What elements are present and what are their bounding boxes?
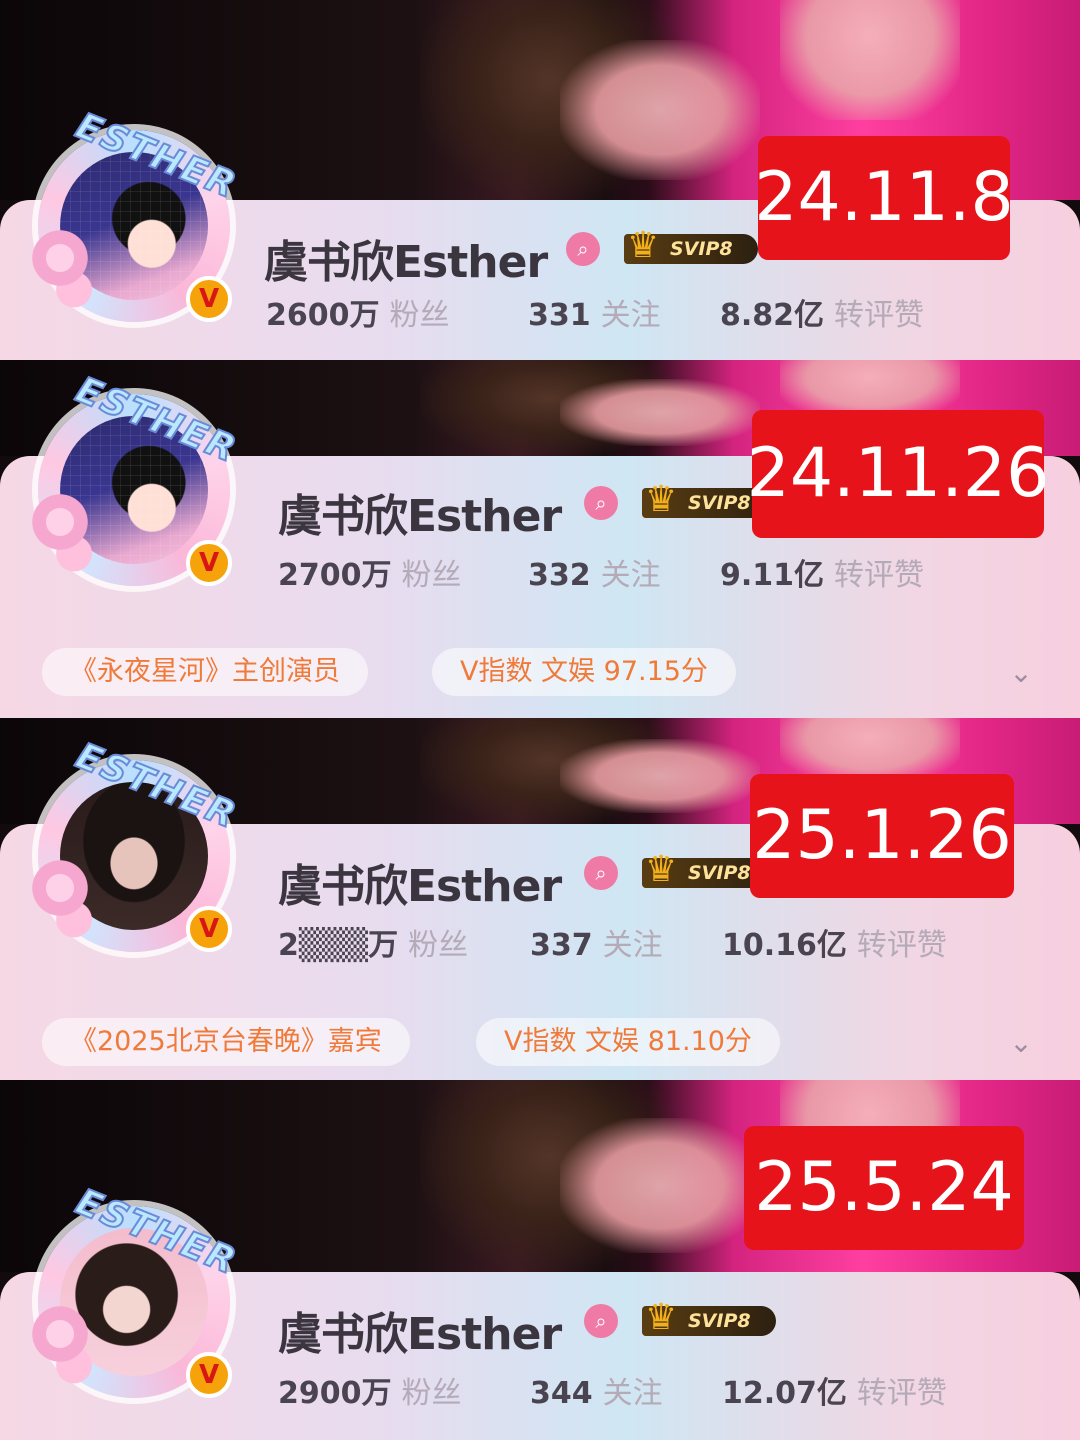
interactions-stat[interactable]: 9.11亿 转评赞: [720, 550, 924, 594]
profile-name: 虞书欣Esther: [264, 237, 548, 288]
search-icon[interactable]: ⌕: [584, 486, 618, 520]
search-icon[interactable]: ⌕: [584, 856, 618, 890]
crown-icon: ♛: [644, 849, 678, 890]
followers-stat[interactable]: 2600万 粉丝: [266, 290, 450, 334]
tag-pill[interactable]: 《2025北京台春晚》嘉宾: [42, 1018, 410, 1066]
tag-pill[interactable]: 《永夜星河》主创演员: [42, 648, 368, 696]
crown-icon: ♛: [626, 225, 660, 266]
svip-badge: ♛ SVIP8: [642, 1297, 776, 1338]
search-icon[interactable]: ⌕: [584, 1304, 618, 1338]
interactions-stat[interactable]: 12.07亿 转评赞: [722, 1368, 947, 1412]
followers-stat[interactable]: 2900万 粉丝: [278, 1368, 462, 1412]
interactions-stat[interactable]: 10.16亿 转评赞: [722, 920, 947, 964]
interactions-stat[interactable]: 8.82亿 转评赞: [720, 290, 924, 334]
flower-decoration: [32, 486, 102, 576]
date-label: 25.5.24: [744, 1126, 1024, 1250]
following-stat[interactable]: 331 关注: [528, 290, 661, 334]
verified-v-icon: V: [186, 1352, 232, 1398]
crown-icon: ♛: [644, 1297, 678, 1338]
search-icon[interactable]: ⌕: [566, 232, 600, 266]
tag-pill[interactable]: V指数 文娱 97.15分: [432, 648, 736, 696]
verified-v-icon: V: [186, 540, 232, 586]
flower-decoration: [32, 1298, 102, 1388]
chevron-down-icon[interactable]: ⌄: [1004, 1026, 1038, 1060]
date-label: 24.11.8: [754, 136, 1014, 260]
svip-badge: ♛ SVIP8: [624, 225, 758, 266]
profile-name: 虞书欣Esther: [278, 491, 562, 542]
following-stat[interactable]: 344 关注: [530, 1368, 663, 1412]
avatar[interactable]: ESTHER V: [32, 368, 244, 586]
flower-decoration: [32, 222, 102, 312]
followers-stat[interactable]: 2700万 粉丝: [278, 550, 462, 594]
flower-decoration: [32, 852, 102, 942]
verified-v-icon: V: [186, 906, 232, 952]
verified-v-icon: V: [186, 276, 232, 322]
date-label: 25.1.26: [750, 774, 1014, 898]
crown-icon: ♛: [644, 479, 678, 520]
avatar[interactable]: ESTHER V: [32, 1180, 244, 1398]
chevron-down-icon[interactable]: ⌄: [1004, 656, 1038, 690]
avatar[interactable]: ESTHER V: [32, 734, 244, 952]
following-stat[interactable]: 337 关注: [530, 920, 663, 964]
profile-name: 虞书欣Esther: [278, 1309, 562, 1360]
tag-pill[interactable]: V指数 文娱 81.10分: [476, 1018, 780, 1066]
profile-name: 虞书欣Esther: [278, 861, 562, 912]
avatar[interactable]: ESTHER V: [32, 104, 244, 322]
followers-stat[interactable]: 2▒▒▒万 粉丝: [278, 920, 468, 964]
following-stat[interactable]: 332 关注: [528, 550, 661, 594]
date-label: 24.11.26: [747, 410, 1049, 538]
